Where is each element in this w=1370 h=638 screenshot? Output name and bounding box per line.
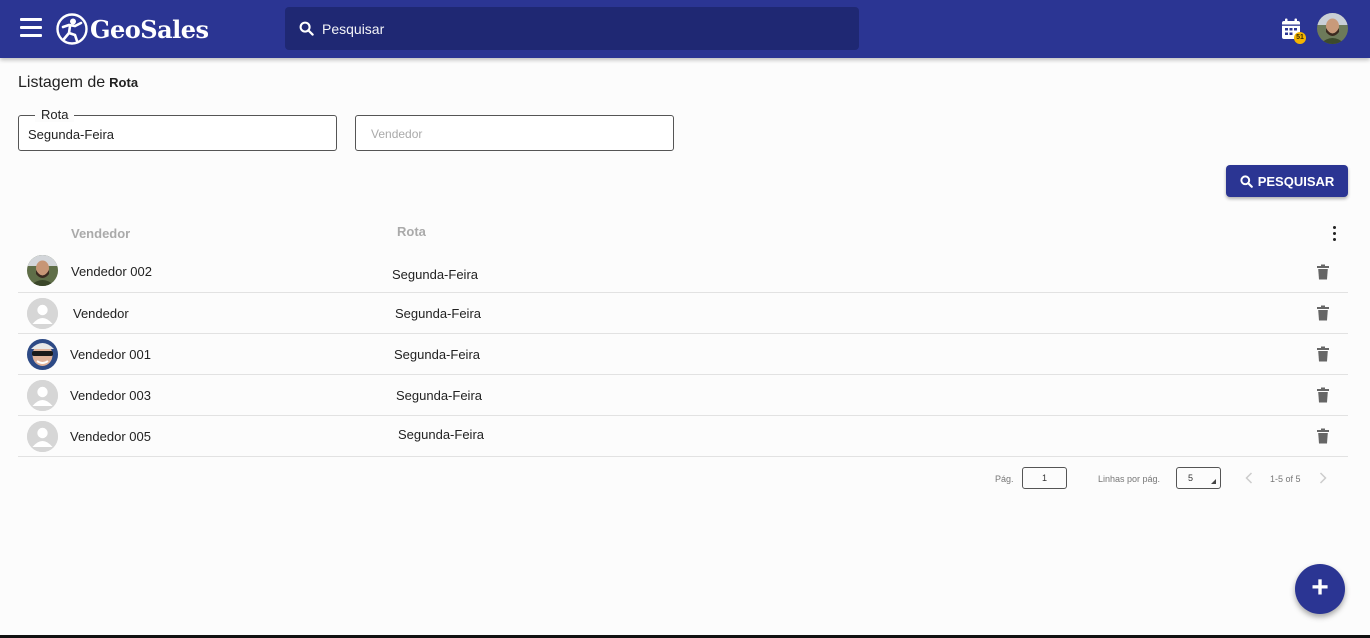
column-header-rota[interactable]: Rota <box>397 224 426 239</box>
default-avatar-icon <box>27 298 58 329</box>
more-options-icon[interactable] <box>1331 226 1337 242</box>
page-title: Listagem de Rota <box>18 74 138 92</box>
row-vendedor: Vendedor 005 <box>70 429 151 444</box>
row-vendedor: Vendedor <box>73 306 129 321</box>
rota-field[interactable]: Rota Segunda-Feira <box>18 107 337 151</box>
trash-icon[interactable] <box>1316 428 1330 444</box>
trash-icon[interactable] <box>1316 387 1330 403</box>
avatar <box>27 339 58 370</box>
default-avatar-icon <box>27 421 58 452</box>
table-row[interactable]: Vendedor 002 Segunda-Feira <box>18 252 1348 293</box>
row-vendedor: Vendedor 002 <box>71 264 152 279</box>
page-title-entity: Rota <box>109 75 139 90</box>
row-vendedor: Vendedor 003 <box>70 388 151 403</box>
table-row[interactable]: Vendedor 005 Segunda-Feira <box>18 416 1348 457</box>
brand-name: GeoSales <box>90 14 209 44</box>
row-rota: Segunda-Feira <box>398 427 484 442</box>
table-row[interactable]: Vendedor 001 Segunda-Feira <box>18 334 1348 375</box>
search-input[interactable] <box>322 20 822 37</box>
rows-per-page-label: Linhas por pág. <box>1098 474 1161 484</box>
chevron-right-icon[interactable] <box>1319 472 1327 484</box>
app-bar: GeoSales 51 <box>0 0 1370 58</box>
add-button[interactable]: + <box>1295 564 1345 614</box>
trash-icon[interactable] <box>1316 346 1330 362</box>
row-rota: Segunda-Feira <box>394 347 480 362</box>
trash-icon[interactable] <box>1316 264 1330 280</box>
dropdown-arrow-icon <box>1211 479 1216 484</box>
rows-per-page-select[interactable]: 5 <box>1176 467 1221 489</box>
page-title-prefix: Listagem de <box>18 74 106 91</box>
search-icon <box>1240 174 1253 188</box>
user-photo <box>1317 13 1348 44</box>
page-label: Pág. <box>995 474 1014 484</box>
chevron-left-icon[interactable] <box>1245 472 1253 484</box>
pagination-range: 1-5 of 5 <box>1270 474 1301 484</box>
vendedor-field-placeholder: Vendedor <box>371 127 423 141</box>
menu-icon[interactable] <box>20 18 42 38</box>
notification-badge: 51 <box>1294 32 1306 44</box>
row-vendedor: Vendedor 001 <box>70 347 151 362</box>
search-button[interactable]: PESQUISAR <box>1226 165 1348 197</box>
column-header-vendedor[interactable]: Vendedor <box>71 226 130 241</box>
avatar <box>27 255 58 286</box>
page-input[interactable]: 1 <box>1022 467 1067 489</box>
search-icon <box>299 21 314 36</box>
default-avatar-icon <box>27 380 58 411</box>
table-row[interactable]: Vendedor 003 Segunda-Feira <box>18 375 1348 416</box>
user-avatar[interactable] <box>1317 13 1348 44</box>
logo-mark-icon <box>56 13 88 45</box>
table-row[interactable]: Vendedor Segunda-Feira <box>18 293 1348 334</box>
search-bar[interactable] <box>285 7 859 50</box>
logo[interactable]: GeoSales <box>56 12 209 46</box>
search-button-label: PESQUISAR <box>1257 173 1335 189</box>
trash-icon[interactable] <box>1316 305 1330 321</box>
row-rota: Segunda-Feira <box>396 388 482 403</box>
row-rota: Segunda-Feira <box>395 306 481 321</box>
row-rota: Segunda-Feira <box>392 267 478 282</box>
vendedor-field[interactable]: Vendedor <box>355 115 674 151</box>
calendar-button[interactable]: 51 <box>1281 18 1306 44</box>
rota-field-value[interactable]: Segunda-Feira <box>28 127 114 142</box>
rota-field-label: Rota <box>35 107 75 122</box>
rows-per-page-value: 5 <box>1188 473 1194 483</box>
